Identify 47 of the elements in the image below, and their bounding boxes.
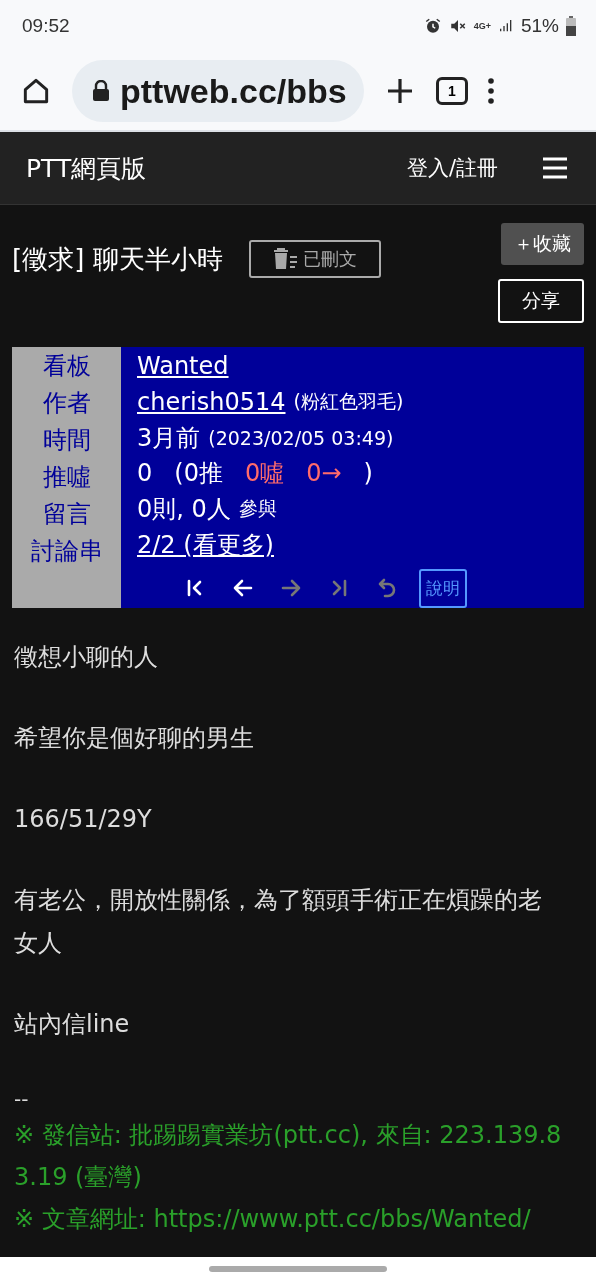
meta-value: 0則, 0人 [137, 494, 231, 526]
push-count: 0→ [306, 459, 342, 488]
meta-note: 參與 [238, 496, 277, 522]
meta-label: 時間 [41, 425, 92, 456]
meta-note: (粉紅色羽毛) [293, 388, 404, 414]
share-button[interactable]: 分享 [498, 279, 584, 323]
push-count: 0 [137, 459, 153, 488]
body-paragraph: 有老公，開放性關係，為了額頭手術正在煩躁的老女人 [14, 885, 543, 959]
alarm-icon [423, 17, 442, 35]
gesture-bar[interactable] [209, 1265, 387, 1272]
site-title[interactable]: PTT網頁版 [26, 151, 407, 185]
meta-link[interactable]: Wanted [137, 351, 229, 380]
meta-label: 推噓 [41, 462, 92, 493]
network-type: 4G+ [473, 21, 491, 31]
favorite-button[interactable]: ＋收藏 [501, 223, 584, 265]
address-bar[interactable]: pttweb.cc/bbs [72, 60, 364, 122]
login-link[interactable]: 登入/註冊 [406, 154, 498, 182]
signature-line: ※ 文章網址: https://www.ptt.cc/bbs/Wanted/ [14, 1204, 532, 1235]
push-count: 0噓 [244, 458, 285, 490]
push-count: (0推 [174, 458, 223, 490]
meta-label: 作者 [41, 388, 92, 419]
lock-icon [92, 80, 110, 102]
meta-note: (2023/02/05 03:49) [208, 426, 394, 449]
article-title: [徵求] 聊天半小時 [12, 242, 223, 276]
tab-count-button[interactable]: 1 [436, 77, 468, 105]
trash-icon [272, 248, 299, 270]
menu-icon [540, 156, 570, 180]
push-count: ) [363, 459, 373, 488]
body-paragraph: 站內信line [14, 1009, 131, 1040]
meta-label: 留言 [41, 499, 92, 530]
help-button[interactable]: 說明 [419, 568, 467, 608]
signal-icon [497, 18, 514, 34]
signature-line: ※ 發信站: 批踢踢實業坊(ptt.cc), 來自: 223.139.83.19 (臺灣) [14, 1120, 563, 1193]
body-paragraph: 希望你是個好聊的男生 [14, 723, 255, 754]
deleted-badge: 已刪文 [248, 240, 381, 278]
body-paragraph: 166/51/29Y [14, 804, 153, 835]
signature-separator: -- [14, 1086, 30, 1113]
meta-value: 3月前 [137, 422, 201, 454]
meta-label: 討論串 [29, 536, 104, 567]
clock-time: 09:52 [22, 15, 70, 37]
battery-icon [566, 16, 576, 36]
author-link[interactable]: cherish0514 [137, 387, 286, 416]
more-menu-icon [488, 78, 494, 104]
meta-link[interactable]: 2/2 (看更多) [137, 529, 274, 562]
body-paragraph: 徵想小聊的人 [14, 642, 159, 673]
battery-level: 51% [520, 15, 559, 37]
meta-label: 看板 [41, 351, 92, 382]
